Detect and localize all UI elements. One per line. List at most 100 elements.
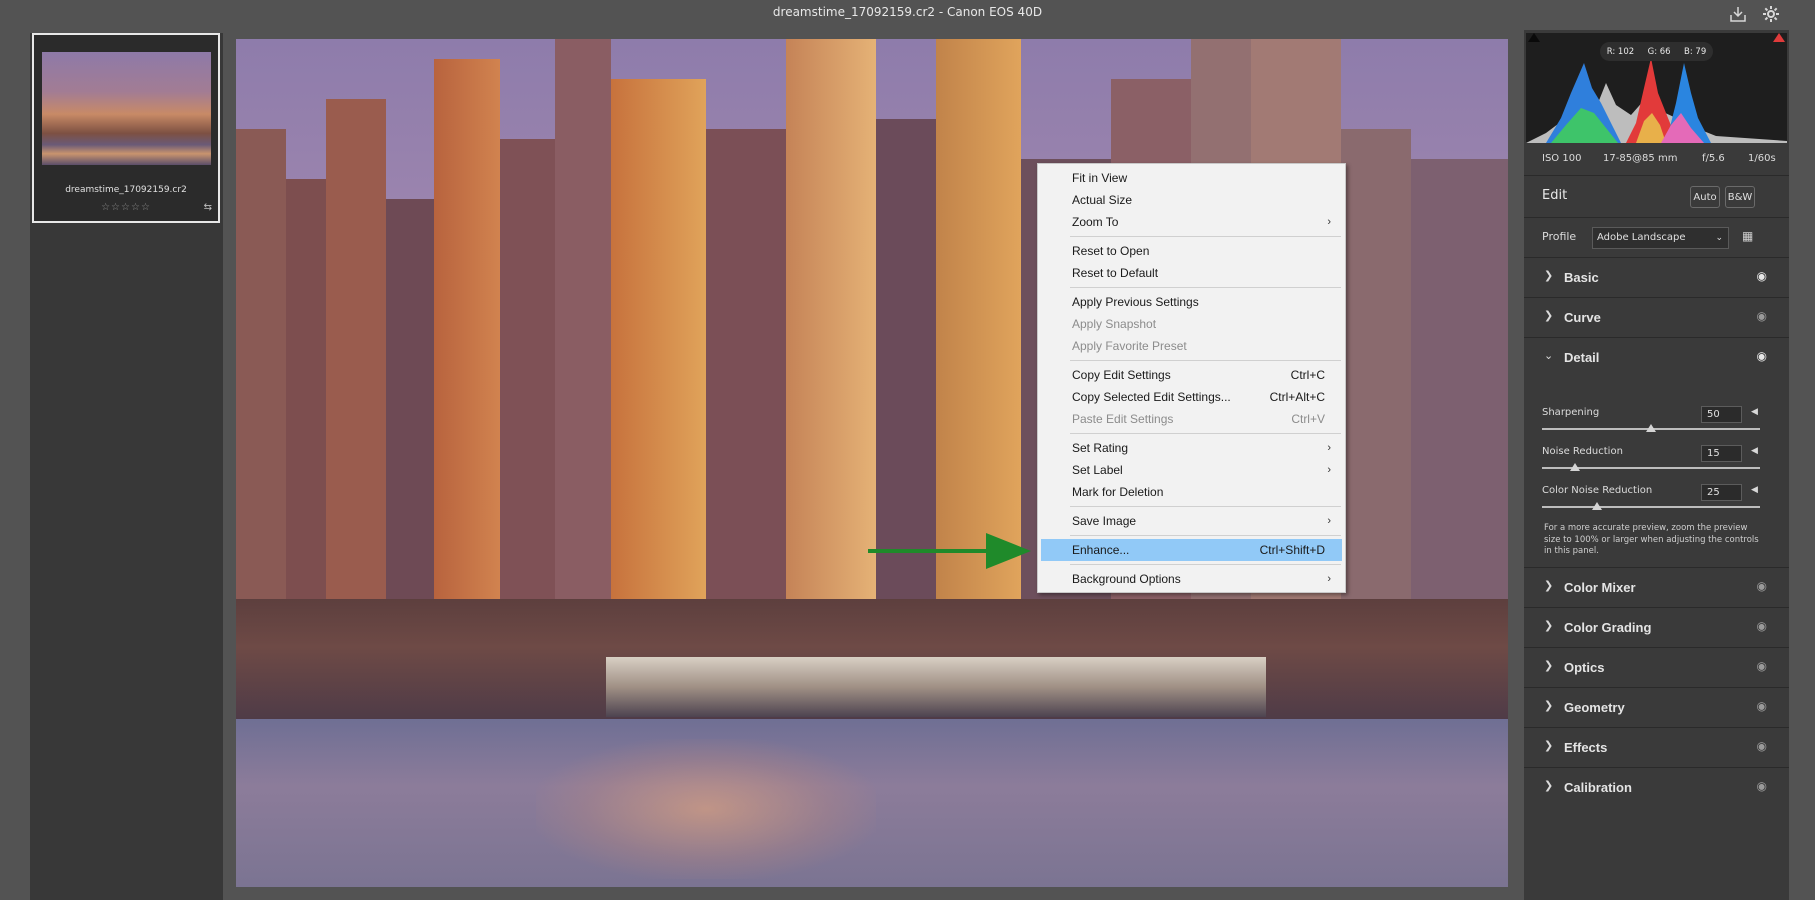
section-color-grading[interactable]: ❯ Color Grading ◉ xyxy=(1524,607,1789,647)
menu-item-actual-size[interactable]: Actual Size xyxy=(1038,189,1345,211)
section-label: Detail xyxy=(1564,350,1600,365)
submenu-arrow-icon: › xyxy=(1327,442,1331,454)
profile-label: Profile xyxy=(1542,230,1577,243)
eye-icon[interactable]: ◉ xyxy=(1757,269,1767,283)
profile-browser-grid-icon[interactable]: ▦ xyxy=(1742,229,1753,243)
color-noise-reduction-value-input[interactable]: 25 xyxy=(1701,484,1742,501)
color-noise-reduction-label: Color Noise Reduction xyxy=(1542,485,1653,496)
shadow-clipping-warning-icon[interactable] xyxy=(1528,33,1540,42)
rating-stars[interactable]: ☆☆☆☆☆ xyxy=(34,202,218,213)
menu-item-enhance[interactable]: Enhance... Ctrl+Shift+D xyxy=(1041,539,1342,561)
profile-row: Profile Adobe Landscape ⌄ ▦ xyxy=(1524,217,1789,257)
filmstrip-thumbnail[interactable]: dreamstime_17092159.cr2 ☆☆☆☆☆ ⇆ xyxy=(32,33,220,223)
noise-reduction-slider[interactable]: Noise Reduction 15 ◀ xyxy=(1542,445,1774,482)
section-effects[interactable]: ❯ Effects ◉ xyxy=(1524,727,1789,767)
menu-item-set-rating[interactable]: Set Rating › xyxy=(1038,437,1345,459)
profile-select[interactable]: Adobe Landscape ⌄ xyxy=(1592,227,1729,249)
menu-item-apply-previous-settings[interactable]: Apply Previous Settings xyxy=(1038,291,1345,313)
sharpening-value-input[interactable]: 50 xyxy=(1701,406,1742,423)
noise-reduction-value-input[interactable]: 15 xyxy=(1701,445,1742,462)
section-optics[interactable]: ❯ Optics ◉ xyxy=(1524,647,1789,687)
highlight-clipping-warning-icon[interactable] xyxy=(1773,33,1785,42)
menu-item-reset-to-open[interactable]: Reset to Open xyxy=(1038,240,1345,262)
menu-item-zoom-to[interactable]: Zoom To › xyxy=(1038,211,1345,233)
section-label: Curve xyxy=(1564,310,1601,325)
bw-button[interactable]: B&W xyxy=(1725,186,1755,208)
menu-item-copy-selected-edit-settings[interactable]: Copy Selected Edit Settings... Ctrl+Alt+C xyxy=(1038,386,1345,408)
section-curve[interactable]: ❯ Curve ◉ xyxy=(1524,297,1789,337)
section-calibration[interactable]: ❯ Calibration ◉ xyxy=(1524,767,1789,807)
menu-separator xyxy=(1070,564,1341,565)
red-value: R: 102 xyxy=(1606,46,1635,57)
eye-icon[interactable]: ◉ xyxy=(1757,579,1767,593)
eye-icon[interactable]: ◉ xyxy=(1757,619,1767,633)
menu-item-background-options[interactable]: Background Options › xyxy=(1038,568,1345,590)
adjustments-icon: ⇆ xyxy=(203,202,212,213)
section-label: Geometry xyxy=(1564,700,1625,715)
menu-separator xyxy=(1070,287,1341,288)
menu-separator xyxy=(1070,506,1341,507)
menu-item-copy-edit-settings[interactable]: Copy Edit Settings Ctrl+C xyxy=(1038,364,1345,386)
eye-icon[interactable]: ◉ xyxy=(1757,739,1767,753)
menu-item-apply-favorite-preset: Apply Favorite Preset xyxy=(1072,339,1187,353)
chevron-right-icon: ❯ xyxy=(1544,269,1554,282)
sharpening-label: Sharpening xyxy=(1542,407,1600,418)
title-bar: dreamstime_17092159.cr2 - Canon EOS 40D xyxy=(0,0,1815,28)
eye-icon[interactable]: ◉ xyxy=(1757,309,1767,323)
save-image-icon[interactable] xyxy=(1727,3,1749,25)
eye-icon[interactable]: ◉ xyxy=(1757,349,1767,363)
pier xyxy=(606,657,1266,717)
slider-reset-icon[interactable]: ◀ xyxy=(1751,407,1758,417)
edit-title: Edit xyxy=(1542,188,1568,203)
section-label: Optics xyxy=(1564,660,1605,675)
chevron-right-icon: ❯ xyxy=(1544,309,1554,322)
submenu-arrow-icon: › xyxy=(1327,464,1331,476)
chevron-right-icon: ❯ xyxy=(1544,779,1554,792)
auto-button[interactable]: Auto xyxy=(1690,186,1720,208)
water-reflection xyxy=(536,739,876,879)
menu-item-fit-in-view[interactable]: Fit in View xyxy=(1038,167,1345,189)
slider-thumb[interactable] xyxy=(1569,463,1580,471)
rgb-readout: R: 102 G: 66 B: 79 xyxy=(1600,42,1713,61)
submenu-arrow-icon: › xyxy=(1327,515,1331,527)
menu-item-set-label[interactable]: Set Label › xyxy=(1038,459,1345,481)
menu-separator xyxy=(1070,433,1341,434)
histogram: R: 102 G: 66 B: 79 xyxy=(1526,33,1787,143)
menu-item-mark-for-deletion[interactable]: Mark for Deletion xyxy=(1038,481,1345,503)
lens-value: 17-85@85 mm xyxy=(1603,152,1678,164)
chevron-down-icon: ⌄ xyxy=(1544,349,1554,362)
aperture-value: f/5.6 xyxy=(1702,152,1725,164)
filmstrip: dreamstime_17092159.cr2 ☆☆☆☆☆ ⇆ xyxy=(30,33,223,900)
sharpening-slider[interactable]: Sharpening 50 ◀ xyxy=(1542,406,1774,443)
slider-thumb[interactable] xyxy=(1591,502,1602,510)
section-geometry[interactable]: ❯ Geometry ◉ xyxy=(1524,687,1789,727)
section-label: Color Grading xyxy=(1564,620,1652,635)
section-basic[interactable]: ❯ Basic ◉ xyxy=(1524,257,1789,297)
profile-select-value: Adobe Landscape xyxy=(1597,232,1686,243)
chevron-right-icon: ❯ xyxy=(1544,579,1554,592)
section-color-mixer[interactable]: ❯ Color Mixer ◉ xyxy=(1524,567,1789,607)
iso-value: ISO 100 xyxy=(1542,152,1582,164)
camera-info-bar: ISO 100 17-85@85 mm f/5.6 1/60s xyxy=(1524,143,1789,173)
chevron-right-icon: ❯ xyxy=(1544,659,1554,672)
eye-icon[interactable]: ◉ xyxy=(1757,699,1767,713)
slider-thumb[interactable] xyxy=(1646,424,1656,432)
edit-header: Edit Auto B&W xyxy=(1524,175,1789,217)
eye-icon[interactable]: ◉ xyxy=(1757,779,1767,793)
menu-item-save-image[interactable]: Save Image › xyxy=(1038,510,1345,532)
gear-icon[interactable] xyxy=(1760,3,1782,25)
section-detail[interactable]: ⌄ Detail ◉ xyxy=(1524,337,1789,377)
chevron-right-icon: ❯ xyxy=(1544,619,1554,632)
shutter-value: 1/60s xyxy=(1748,152,1776,164)
menu-item-reset-to-default[interactable]: Reset to Default xyxy=(1038,262,1345,284)
submenu-arrow-icon: › xyxy=(1327,573,1331,585)
menu-separator xyxy=(1070,236,1341,237)
slider-reset-icon[interactable]: ◀ xyxy=(1751,485,1758,495)
eye-icon[interactable]: ◉ xyxy=(1757,659,1767,673)
slider-reset-icon[interactable]: ◀ xyxy=(1751,446,1758,456)
menu-separator xyxy=(1070,535,1341,536)
slider-track[interactable] xyxy=(1542,506,1760,508)
context-menu: Fit in View Actual Size Zoom To › Reset t… xyxy=(1037,163,1346,593)
color-noise-reduction-slider[interactable]: Color Noise Reduction 25 ◀ xyxy=(1542,484,1774,521)
edit-panel: R: 102 G: 66 B: 79 ISO 100 17-85@85 mm f… xyxy=(1524,30,1789,900)
